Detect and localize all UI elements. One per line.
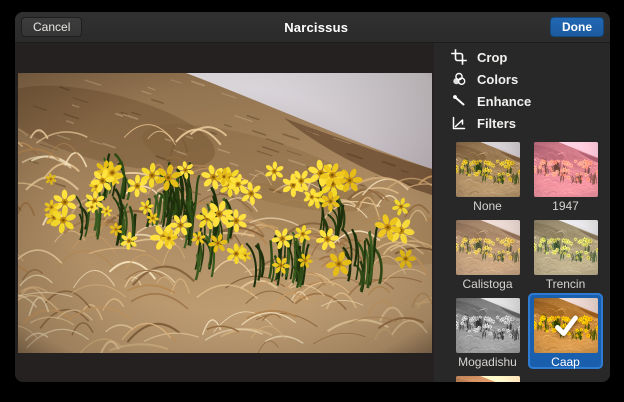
tool-item-colors[interactable]: Colors — [434, 68, 610, 90]
tool-item-filters[interactable]: Filters — [434, 112, 610, 134]
edit-sidebar: Crop Colors Enhance Filters None1947 Calisto… — [434, 43, 610, 382]
filter-thumbnail-none — [456, 142, 520, 197]
filter-thumbnail-partial — [456, 376, 520, 382]
filter-option-calistoga[interactable]: Calistoga — [450, 215, 525, 291]
filter-thumbnail-trencin — [534, 220, 598, 275]
crop-icon — [451, 49, 467, 65]
photo-canvas-area — [15, 43, 434, 382]
filter-option-trencin[interactable]: Trencin — [528, 215, 603, 291]
selected-check-icon — [534, 298, 598, 353]
tool-item-crop[interactable]: Crop — [434, 46, 610, 68]
filter-thumbnail-1947 — [534, 142, 598, 197]
filter-option-partial[interactable] — [450, 371, 525, 382]
photos-editor-window: Cancel Narcissus Done Crop Colors Enhance F… — [15, 12, 610, 382]
tool-item-enhance[interactable]: Enhance — [434, 90, 610, 112]
headerbar: Cancel Narcissus Done — [15, 12, 610, 43]
tool-label: Colors — [477, 72, 518, 87]
colors-icon — [451, 71, 467, 87]
filter-option-none[interactable]: None — [450, 137, 525, 213]
filter-thumbnail-caap — [534, 298, 598, 353]
done-button[interactable]: Done — [550, 17, 604, 37]
tool-label: Filters — [477, 116, 516, 131]
editor-content: Crop Colors Enhance Filters None1947 Calisto… — [15, 43, 610, 382]
filter-label: Mogadishu — [450, 355, 525, 369]
filters-icon — [451, 115, 467, 131]
filter-option-mogadishu[interactable]: Mogadishu — [450, 293, 525, 369]
filters-grid: None1947 CalistogaTrencin MogadishuCaap — [450, 137, 610, 382]
tool-label: Enhance — [477, 94, 531, 109]
enhance-icon — [451, 93, 467, 109]
filter-label: Trencin — [528, 277, 603, 291]
screen-background: Cancel Narcissus Done Crop Colors Enhance F… — [0, 0, 624, 402]
tool-list: Crop Colors Enhance Filters — [434, 46, 610, 134]
cancel-button[interactable]: Cancel — [21, 17, 82, 37]
window-title: Narcissus — [82, 20, 550, 35]
filter-label: Calistoga — [450, 277, 525, 291]
filter-thumbnail-mogadishu — [456, 298, 520, 353]
filter-label: None — [450, 199, 525, 213]
filter-option-1947[interactable]: 1947 — [528, 137, 603, 213]
filter-label: Caap — [528, 355, 603, 369]
filter-option-caap[interactable]: Caap — [528, 293, 603, 369]
filter-label: 1947 — [528, 199, 603, 213]
photo-preview — [18, 73, 432, 353]
tool-label: Crop — [477, 50, 507, 65]
filter-thumbnail-calistoga — [456, 220, 520, 275]
